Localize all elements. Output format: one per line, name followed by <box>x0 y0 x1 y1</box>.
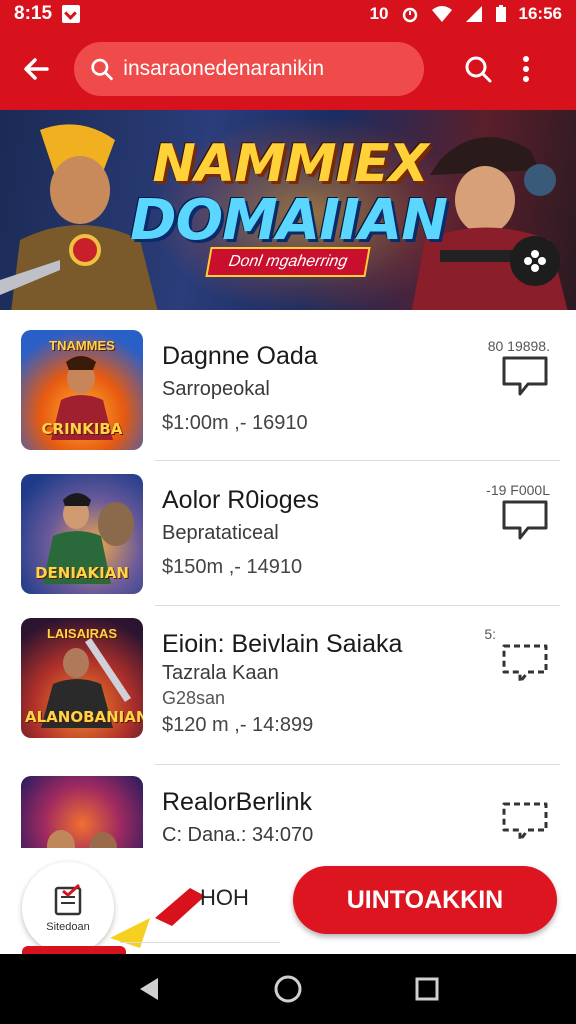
list-item[interactable]: LAISAIRAS ALANOBANIAN Eioin: Beivlain Sa… <box>0 600 576 745</box>
item-thumbnail: LAISAIRAS ALANOBANIAN <box>21 618 143 738</box>
search-bar[interactable] <box>74 42 424 96</box>
nav-home-button[interactable] <box>258 959 318 1019</box>
thumbnail-label: CRINKIBA <box>41 420 123 438</box>
more-vert-icon <box>523 56 529 82</box>
search-button[interactable] <box>454 45 502 93</box>
secondary-action-button[interactable]: HOH <box>200 880 272 916</box>
primary-cta-button[interactable]: UINTOAKKIN <box>293 866 557 934</box>
document-button[interactable]: Sitedoan <box>22 862 114 954</box>
chat-bubble-icon[interactable] <box>500 640 550 686</box>
status-bar: 8:15 10 16:56 <box>0 0 576 28</box>
item-subtitle: Sarropeokal <box>162 378 270 400</box>
list-item[interactable]: RealorBerlink C: Dana.: 34:070 <box>0 758 576 848</box>
item-thumbnail: DENIAKIAN <box>21 474 143 594</box>
banner-action-button[interactable] <box>510 236 560 286</box>
chat-bubble-icon[interactable] <box>500 496 550 542</box>
search-input[interactable] <box>123 57 408 81</box>
bottom-divider <box>120 942 280 943</box>
bottom-action-bar: Sitedoan HOH UINTOAKKIN <box>0 848 576 958</box>
item-thumbnail: TNAMMES CRINKIBA <box>21 330 143 450</box>
status-text: 10 <box>369 4 389 23</box>
search-icon <box>91 58 113 81</box>
document-caption: Sitedoan <box>46 921 90 933</box>
item-title: Eioin: Beivlain Saiaka <box>162 630 403 658</box>
overflow-menu-button[interactable] <box>502 45 550 93</box>
top-app-bar <box>0 28 576 110</box>
nav-recents-button[interactable] <box>397 959 457 1019</box>
item-title: Aolor R0ioges <box>162 486 320 514</box>
thumbnail-top-label: LAISAIRAS <box>46 626 118 641</box>
thumbnail-top-label: TNAMMES <box>49 338 115 353</box>
back-arrow-icon <box>24 58 49 80</box>
item-meta: 5: <box>484 626 496 642</box>
wifi-icon <box>431 6 452 22</box>
item-subtitle-secondary: G28san <box>162 688 226 708</box>
item-price: $1:00m ,- 16910 <box>162 412 308 434</box>
alarm-icon <box>402 7 417 23</box>
thumbnail-label: DENIAKIAN <box>35 564 129 582</box>
promo-banner[interactable]: NAMMIEX DOMAIIAN Donl mgaherring <box>0 110 576 310</box>
banner-tagline: Donl mgaherring <box>205 247 371 277</box>
list-item[interactable]: DENIAKIAN Aolor R0ioges Beprataticeal $1… <box>0 456 576 601</box>
item-subtitle: C: Dana.: 34:070 <box>162 824 314 846</box>
status-time: 8:15 <box>14 3 53 24</box>
system-navigation-bar <box>0 954 576 1024</box>
banner-title-line2: DOMAIIAN <box>130 188 448 253</box>
nav-back-button[interactable] <box>119 959 179 1019</box>
home-circle-icon <box>274 975 302 1003</box>
back-triangle-icon <box>140 978 159 1000</box>
item-thumbnail <box>21 776 143 848</box>
battery-icon <box>495 5 506 22</box>
recents-square-icon <box>415 977 439 1001</box>
signal-icon <box>465 6 482 22</box>
thumbnail-label: ALANOBANIAN <box>25 708 143 726</box>
thumbnail-character-image <box>47 830 117 848</box>
product-list: TNAMMES CRINKIBA Dagnne Oada Sarropeokal… <box>0 312 576 848</box>
sparkle-icon <box>524 250 546 272</box>
clipboard-icon <box>54 883 82 916</box>
notification-icon <box>62 5 81 23</box>
search-icon <box>465 56 492 83</box>
item-subtitle: Tazrala Kaan <box>162 662 279 684</box>
list-item[interactable]: TNAMMES CRINKIBA Dagnne Oada Sarropeokal… <box>0 312 576 457</box>
status-clock: 16:56 <box>518 4 562 23</box>
item-price: $120 m ,- 14:899 <box>162 714 314 736</box>
chat-bubble-icon[interactable] <box>500 352 550 398</box>
item-price: $150m ,- 14910 <box>162 556 303 578</box>
back-button[interactable] <box>12 45 60 93</box>
banner-title-line1: NAMMIEX <box>152 134 428 194</box>
item-subtitle: Beprataticeal <box>162 522 279 544</box>
item-title: RealorBerlink <box>162 788 313 816</box>
chat-bubble-icon[interactable] <box>500 798 550 844</box>
item-title: Dagnne Oada <box>162 342 318 370</box>
